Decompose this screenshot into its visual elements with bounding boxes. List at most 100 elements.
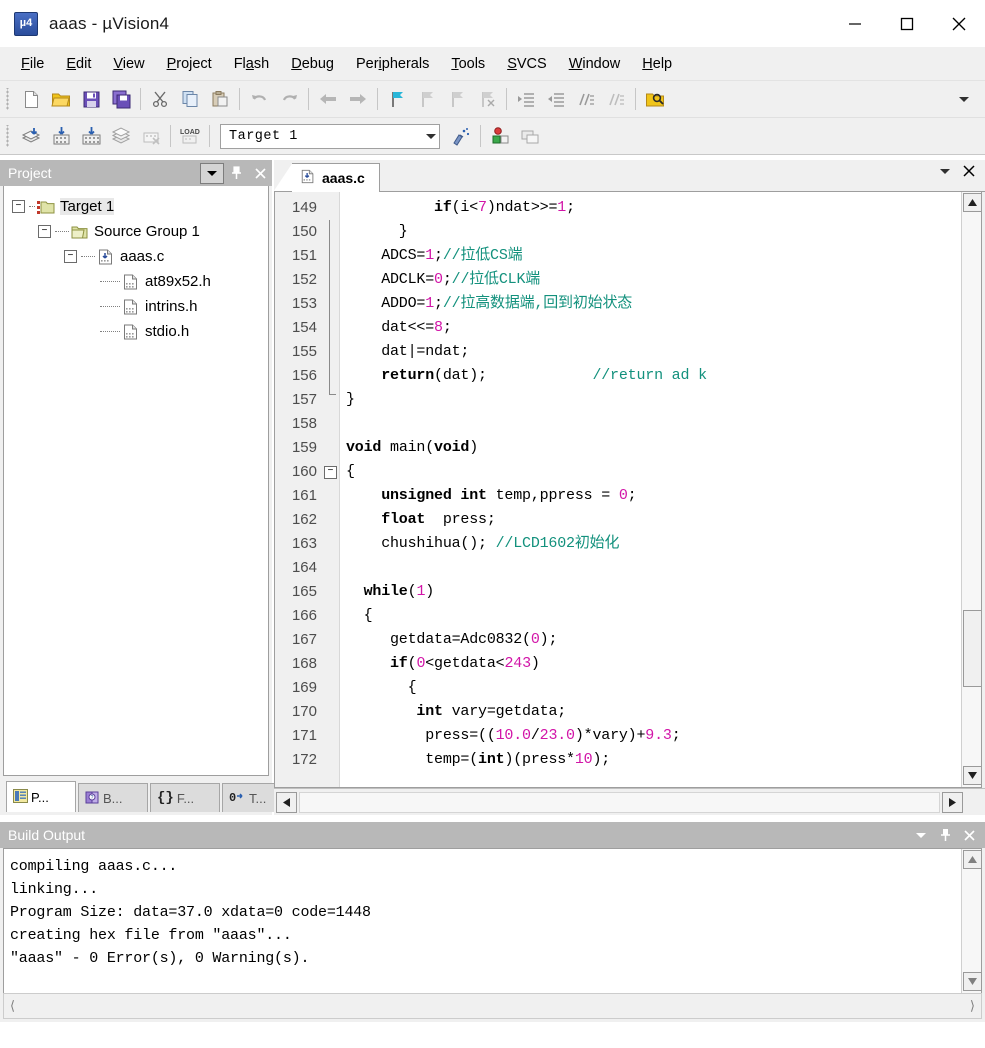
batch-build-icon[interactable]	[106, 121, 136, 151]
bookmark-prev-icon[interactable]	[412, 84, 442, 114]
editor-tab-aaas-c[interactable]: aaas.c	[292, 163, 380, 192]
maximize-button[interactable]	[881, 0, 933, 47]
tree-expander[interactable]: −	[64, 250, 77, 263]
code-line[interactable]: getdata=Adc0832(0);	[346, 628, 961, 652]
paste-icon[interactable]	[205, 84, 235, 114]
tree-item-intrins-h[interactable]: intrins.h	[12, 294, 268, 319]
close-icon[interactable]	[248, 162, 272, 184]
menu-file[interactable]: File	[10, 52, 55, 76]
code-line[interactable]: if(0<getdata<243)	[346, 652, 961, 676]
find-combo-field[interactable]	[670, 88, 949, 110]
scroll-up-icon[interactable]	[963, 850, 982, 869]
indent-icon[interactable]	[511, 84, 541, 114]
chevron-right-icon[interactable]: ⟩	[970, 998, 975, 1014]
toolbar-overflow-icon[interactable]	[949, 84, 979, 114]
bookmark-toggle-icon[interactable]	[382, 84, 412, 114]
close-icon[interactable]	[959, 164, 979, 178]
undo-icon[interactable]	[244, 84, 274, 114]
bookmark-clear-icon[interactable]	[472, 84, 502, 114]
menu-edit[interactable]: Edit	[55, 52, 102, 76]
pin-icon[interactable]	[224, 162, 248, 184]
hscroll-track[interactable]	[299, 791, 940, 813]
tree-item-at89x52-h[interactable]: at89x52.h	[12, 269, 268, 294]
code-line[interactable]: }	[346, 388, 961, 412]
build-target-icon[interactable]	[46, 121, 76, 151]
scroll-down-icon[interactable]	[963, 766, 981, 785]
code-line[interactable]: while(1)	[346, 580, 961, 604]
code-lines[interactable]: if(i<7)ndat>>=1; } ADCS=1;//拉低CS端 ADCLK=…	[340, 192, 961, 787]
tree-item-source-group[interactable]: − Source Group 1	[12, 219, 268, 244]
menu-view[interactable]: View	[102, 52, 155, 76]
target-selector[interactable]: Target 1	[220, 123, 440, 149]
toolbar-grip[interactable]	[4, 125, 13, 147]
code-line[interactable]: chushihua(); //LCD1602初始化	[346, 532, 961, 556]
translate-icon[interactable]	[16, 121, 46, 151]
code-line[interactable]: press=((10.0/23.0)*vary)+9.3;	[346, 724, 961, 748]
project-tree[interactable]: − Target 1 − Source Group 1 − aaas.c at8…	[3, 186, 269, 776]
build-output-scrollbar[interactable]	[961, 849, 982, 993]
panel-menu-icon[interactable]	[935, 168, 955, 174]
navigate-forward-icon[interactable]	[343, 84, 373, 114]
menu-project[interactable]: Project	[156, 52, 223, 76]
tree-item-stdio-h[interactable]: stdio.h	[12, 319, 268, 344]
close-button[interactable]	[933, 0, 985, 47]
fold-collapse-box[interactable]: −	[323, 460, 339, 484]
code-area[interactable]: 149 150 151 152 153 154 155 156 157 158 159 160 161 1…	[275, 192, 961, 787]
tree-item-aaas-c[interactable]: − aaas.c	[12, 244, 268, 269]
minimize-button[interactable]	[829, 0, 881, 47]
code-line[interactable]	[346, 412, 961, 436]
code-line[interactable]: dat|=ndat;	[346, 340, 961, 364]
menu-window[interactable]: Window	[558, 52, 632, 76]
menu-tools[interactable]: Tools	[440, 52, 496, 76]
tree-expander[interactable]: −	[12, 200, 25, 213]
code-line[interactable]: unsigned int temp,ppress = 0;	[346, 484, 961, 508]
code-line[interactable]: ADDO=1;//拉高数据端,回到初始状态	[346, 292, 961, 316]
code-line[interactable]: dat<<=8;	[346, 316, 961, 340]
menu-peripherals[interactable]: Peripherals	[345, 52, 440, 76]
editor-vertical-scrollbar[interactable]	[961, 192, 981, 787]
menu-help[interactable]: Help	[631, 52, 683, 76]
open-file-icon[interactable]	[46, 84, 76, 114]
build-output-body[interactable]: compiling aaas.c... linking... Program Siz…	[3, 848, 982, 994]
scroll-left-icon[interactable]	[276, 791, 297, 813]
chevron-left-icon[interactable]: ⟨	[10, 998, 15, 1014]
cut-icon[interactable]	[145, 84, 175, 114]
stop-build-icon[interactable]	[136, 121, 166, 151]
scroll-down-icon[interactable]	[963, 972, 982, 991]
code-line[interactable]: void main(void)	[346, 436, 961, 460]
rebuild-all-icon[interactable]	[76, 121, 106, 151]
code-line[interactable]: ADCLK=0;//拉低CLK端	[346, 268, 961, 292]
save-icon[interactable]	[76, 84, 106, 114]
navigate-back-icon[interactable]	[313, 84, 343, 114]
scrollbar-thumb[interactable]	[963, 610, 981, 687]
new-file-icon[interactable]	[16, 84, 46, 114]
tab-project[interactable]: P...	[6, 781, 76, 812]
redo-icon[interactable]	[274, 84, 304, 114]
pin-icon[interactable]	[933, 824, 957, 846]
fold-column[interactable]: −	[323, 192, 340, 787]
uncomment-icon[interactable]	[601, 84, 631, 114]
code-line[interactable]: temp=(int)(press*10);	[346, 748, 961, 772]
tab-functions[interactable]: {} F...	[150, 783, 220, 812]
copy-icon[interactable]	[175, 84, 205, 114]
outdent-icon[interactable]	[541, 84, 571, 114]
code-line[interactable]	[346, 556, 961, 580]
download-icon[interactable]: LOAD	[175, 121, 205, 151]
manage-components-icon[interactable]	[485, 121, 515, 151]
tree-item-target[interactable]: − Target 1	[12, 194, 268, 219]
tab-books[interactable]: ? B...	[78, 783, 148, 812]
multi-project-icon[interactable]	[515, 121, 545, 151]
code-line[interactable]: ADCS=1;//拉低CS端	[346, 244, 961, 268]
tree-expander[interactable]: −	[38, 225, 51, 238]
code-line[interactable]: }	[346, 220, 961, 244]
chevron-down-icon[interactable]	[422, 126, 439, 147]
save-all-icon[interactable]	[106, 84, 136, 114]
scroll-up-icon[interactable]	[963, 193, 981, 212]
comment-icon[interactable]	[571, 84, 601, 114]
code-line[interactable]: return(dat); //return ad k	[346, 364, 961, 388]
code-line[interactable]: if(i<7)ndat>>=1;	[346, 196, 961, 220]
target-options-icon[interactable]	[446, 121, 476, 151]
panel-menu-icon[interactable]	[909, 824, 933, 846]
build-output-footer[interactable]: ⟨ ⟩	[3, 993, 982, 1019]
bookmark-next-icon[interactable]	[442, 84, 472, 114]
